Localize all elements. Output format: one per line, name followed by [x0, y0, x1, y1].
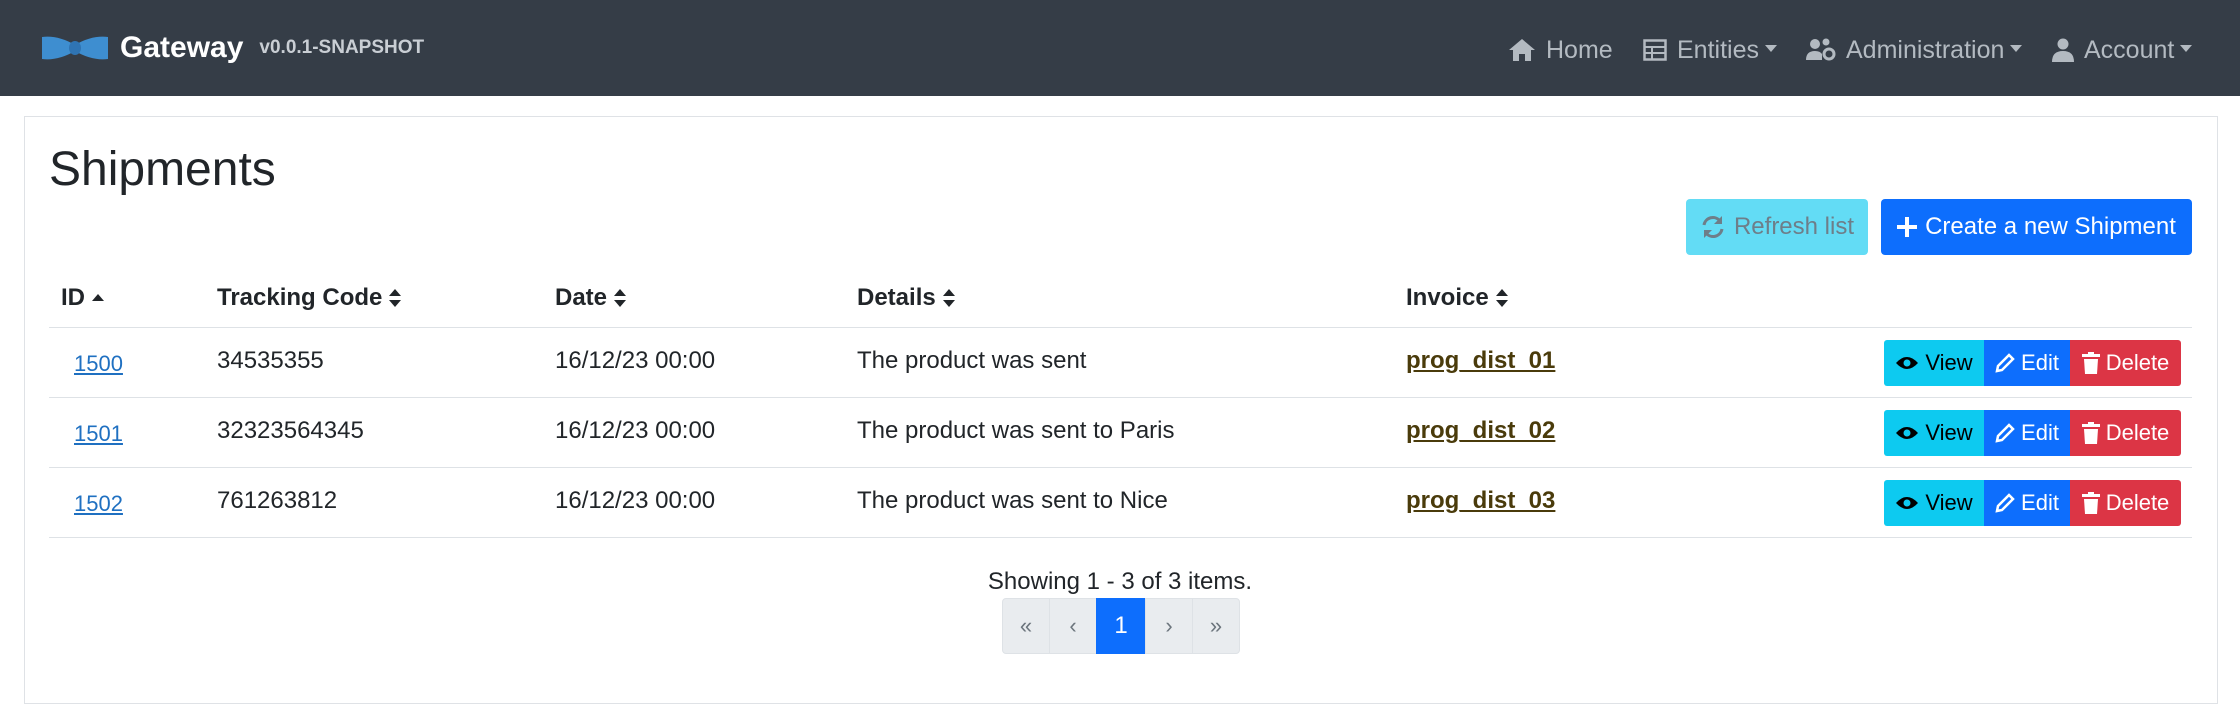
- previous-page-button[interactable]: ‹: [1049, 598, 1097, 654]
- top-navbar: Gateway v0.0.1-SNAPSHOT Home Entities Ad…: [0, 0, 2240, 96]
- refresh-list-label: Refresh list: [1733, 213, 1855, 240]
- nav-home-label: Home: [1546, 35, 1613, 64]
- create-shipment-label: Create a new Shipment: [1925, 213, 2176, 240]
- shipment-id-link[interactable]: 1501: [74, 421, 123, 447]
- sync-icon: [1702, 216, 1724, 238]
- view-button[interactable]: View: [1884, 480, 1984, 526]
- nav-administration[interactable]: Administration: [1806, 30, 2023, 70]
- user-icon: [2052, 38, 2074, 62]
- tracking-code-cell: 761263812: [217, 487, 338, 514]
- date-cell: 16/12/23 00:00: [555, 417, 716, 444]
- eye-icon: [1896, 357, 1919, 369]
- last-page-button[interactable]: »: [1192, 598, 1240, 654]
- trash-icon: [2081, 352, 2100, 374]
- eye-icon: [1896, 427, 1919, 439]
- column-header-id[interactable]: ID: [61, 284, 105, 312]
- table-header-divider: [49, 327, 2192, 328]
- chevron-down-icon: [1764, 44, 1777, 52]
- delete-button[interactable]: Delete: [2070, 480, 2181, 526]
- trash-icon: [2081, 422, 2100, 444]
- sort-icon: [942, 289, 955, 307]
- create-shipment-button[interactable]: Create a new Shipment: [1881, 199, 2192, 255]
- row-divider: [49, 467, 2192, 468]
- column-header-tracking-code[interactable]: Tracking Code: [217, 284, 402, 312]
- column-header-details[interactable]: Details: [857, 284, 956, 312]
- invoice-link[interactable]: prog_dist_03: [1406, 487, 1555, 515]
- edit-button[interactable]: Edit: [1984, 340, 2070, 386]
- home-icon: [1509, 39, 1535, 61]
- tracking-code-cell: 32323564345: [217, 417, 364, 444]
- chevron-down-icon: [2180, 44, 2193, 52]
- nav-account-label: Account: [2084, 35, 2175, 64]
- edit-button[interactable]: Edit: [1984, 410, 2070, 456]
- view-button[interactable]: View: [1884, 410, 1984, 456]
- sort-icon: [614, 289, 627, 307]
- users-cog-icon: [1806, 38, 1836, 61]
- chevron-down-icon: [2010, 44, 2023, 52]
- app-version: v0.0.1-SNAPSHOT: [259, 37, 425, 58]
- pencil-icon: [1995, 353, 2015, 373]
- nav-administration-label: Administration: [1846, 35, 2005, 64]
- invoice-link[interactable]: prog_dist_02: [1406, 417, 1555, 445]
- refresh-list-button[interactable]: Refresh list: [1686, 199, 1868, 255]
- pencil-icon: [1995, 423, 2015, 443]
- delete-button[interactable]: Delete: [2070, 410, 2181, 456]
- brand-name: Gateway: [120, 31, 244, 64]
- invoice-link[interactable]: prog_dist_01: [1406, 347, 1555, 375]
- sort-icon: [1495, 289, 1508, 307]
- edit-button[interactable]: Edit: [1984, 480, 2070, 526]
- nav-home[interactable]: Home: [1508, 30, 1613, 70]
- delete-button[interactable]: Delete: [2070, 340, 2181, 386]
- trash-icon: [2081, 492, 2100, 514]
- details-cell: The product was sent to Nice: [857, 487, 1168, 514]
- sort-icon: [389, 289, 402, 307]
- bowtie-logo-icon: [42, 36, 108, 60]
- nav-account[interactable]: Account: [2052, 30, 2193, 70]
- eye-icon: [1896, 497, 1919, 509]
- column-header-invoice[interactable]: Invoice: [1406, 284, 1509, 312]
- pencil-icon: [1995, 493, 2015, 513]
- tracking-code-cell: 34535355: [217, 347, 324, 374]
- view-button[interactable]: View: [1884, 340, 1984, 386]
- sort-up-icon: [92, 294, 104, 301]
- date-cell: 16/12/23 00:00: [555, 487, 716, 514]
- nav-entities-label: Entities: [1677, 35, 1759, 64]
- shipment-id-link[interactable]: 1500: [74, 351, 123, 377]
- details-cell: The product was sent: [857, 347, 1087, 374]
- page-title: Shipments: [49, 143, 276, 196]
- brand[interactable]: Gateway v0.0.1-SNAPSHOT: [40, 26, 424, 70]
- date-cell: 16/12/23 00:00: [555, 347, 716, 374]
- nav-entities[interactable]: Entities: [1643, 30, 1777, 70]
- row-divider: [49, 397, 2192, 398]
- row-divider: [49, 537, 2192, 538]
- first-page-button[interactable]: «: [1002, 598, 1050, 654]
- plus-icon: [1897, 217, 1918, 237]
- next-page-button[interactable]: ›: [1145, 598, 1193, 654]
- current-page-button[interactable]: 1: [1096, 598, 1146, 654]
- table-icon: [1643, 39, 1667, 61]
- pagination-summary: Showing 1 - 3 of 3 items.: [987, 568, 1253, 595]
- details-cell: The product was sent to Paris: [857, 417, 1175, 444]
- column-header-date[interactable]: Date: [555, 284, 627, 312]
- shipment-id-link[interactable]: 1502: [74, 491, 123, 517]
